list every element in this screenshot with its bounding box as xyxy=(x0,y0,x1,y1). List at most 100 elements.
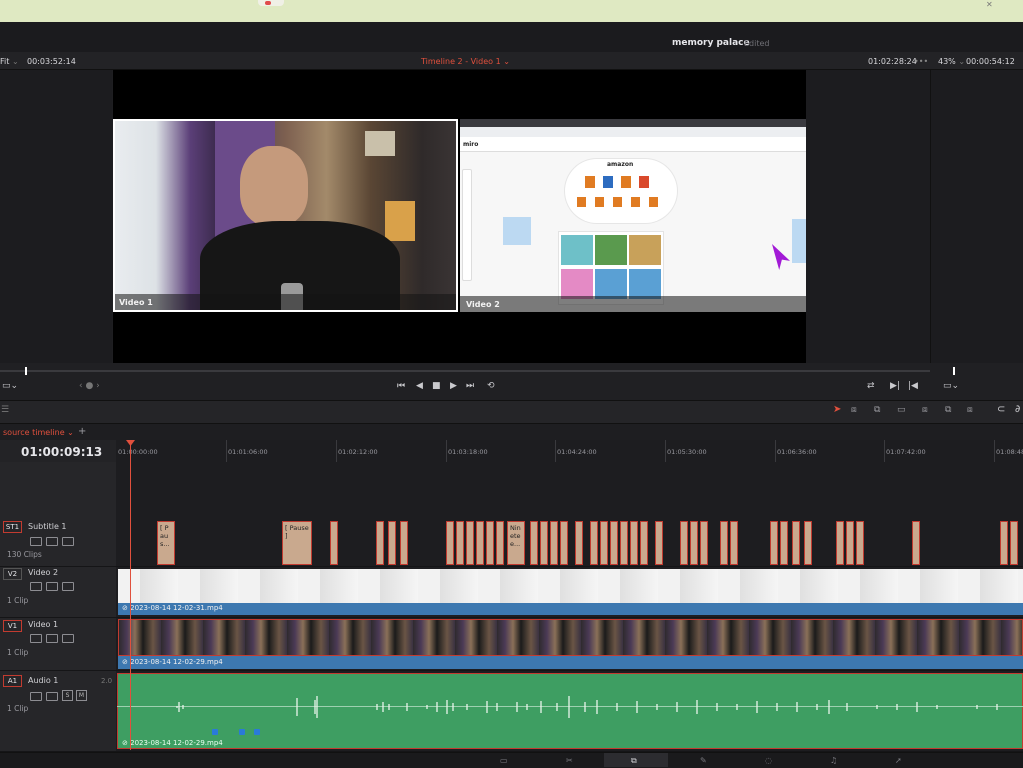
subtitle-clip[interactable]: [ P au s... xyxy=(157,521,175,565)
subtitle-clip[interactable] xyxy=(640,521,648,565)
subtitle-clip[interactable] xyxy=(836,521,844,565)
subtitle-clip[interactable] xyxy=(456,521,464,565)
subtitle-clip[interactable] xyxy=(610,521,618,565)
subtitle-clip[interactable] xyxy=(846,521,854,565)
track-name-v2[interactable]: Video 2 xyxy=(28,568,58,577)
subtitle-clip[interactable] xyxy=(388,521,396,565)
subtitle-clip[interactable] xyxy=(856,521,864,565)
fit-dropdown[interactable]: Fit ⌄ xyxy=(0,57,19,66)
stop-icon[interactable]: ■ xyxy=(432,381,441,391)
play-reverse-icon[interactable]: ◀ xyxy=(416,381,423,391)
snapping-icon[interactable]: ⊂ xyxy=(997,404,1005,415)
close-icon[interactable]: ✕ xyxy=(986,0,993,9)
track-name-v1[interactable]: Video 1 xyxy=(28,620,58,629)
subtitle-clip[interactable] xyxy=(804,521,812,565)
jump-start-icon[interactable]: ⏮ xyxy=(397,381,405,391)
solo-button[interactable]: S xyxy=(62,690,73,701)
tab-pill[interactable] xyxy=(258,0,284,6)
replace-clip-icon[interactable]: ⧈ xyxy=(967,405,973,415)
subtitle-clip[interactable] xyxy=(792,521,800,565)
insert-clip-icon[interactable]: ⧈ xyxy=(922,405,928,415)
lock-icon[interactable] xyxy=(30,582,42,591)
subtitle-clip[interactable]: Nin ete e... xyxy=(507,521,525,565)
track-area-st1[interactable] xyxy=(116,517,1023,567)
marker-icon[interactable] xyxy=(254,729,260,735)
track-badge-v2[interactable]: V2 xyxy=(3,568,22,580)
subtitle-clip[interactable] xyxy=(730,521,738,565)
video1-panel[interactable]: Video 1 xyxy=(113,119,458,312)
marker-icon[interactable] xyxy=(212,729,218,735)
subtitle-clip[interactable] xyxy=(575,521,583,565)
subtitle-clip[interactable] xyxy=(770,521,778,565)
zoom-dropdown[interactable]: 43% ⌄ xyxy=(938,57,965,66)
selection-tool-icon[interactable]: ➤ xyxy=(833,404,841,415)
scrub-handle[interactable] xyxy=(25,367,27,375)
trim-tool-icon[interactable]: ⧈ xyxy=(851,405,857,415)
subtitle-clip[interactable] xyxy=(600,521,608,565)
link-icon[interactable]: ∂ xyxy=(1015,404,1020,415)
source-viewer[interactable] xyxy=(0,70,112,363)
viewer-mode-icon[interactable]: ▭⌄ xyxy=(2,381,18,391)
next-frame-icon[interactable]: ▶| xyxy=(890,381,900,391)
subtitle-clip[interactable] xyxy=(400,521,408,565)
scrubber[interactable] xyxy=(0,370,930,372)
viewer-title[interactable]: Timeline 2 - Video 1 ⌄ xyxy=(421,57,510,66)
subtitle-clip[interactable] xyxy=(780,521,788,565)
video2-panel[interactable]: miro amazon Video 2 xyxy=(460,119,806,312)
subtitle-clip[interactable] xyxy=(680,521,688,565)
subtitle-clip[interactable]: [ Pause ] xyxy=(282,521,312,565)
subtitle-clip[interactable] xyxy=(550,521,558,565)
more-options-icon[interactable]: ••• xyxy=(914,57,928,66)
subtitle-clip[interactable] xyxy=(1000,521,1008,565)
loop-icon[interactable]: ⟲ xyxy=(487,381,495,391)
subtitle-clip[interactable] xyxy=(496,521,504,565)
v2-clip-bar[interactable] xyxy=(118,603,1023,615)
lock-icon[interactable] xyxy=(30,692,42,701)
blade-tool-icon[interactable]: ▭ xyxy=(897,405,906,415)
color-page-icon[interactable]: ◌ xyxy=(765,756,772,765)
subtitle-clip[interactable] xyxy=(540,521,548,565)
play-icon[interactable]: ▶ xyxy=(450,381,457,391)
timeline-timecode[interactable]: 01:00:09:13 xyxy=(21,445,102,459)
match-frame-icon[interactable]: ⇄ xyxy=(867,381,875,391)
prev-frame-icon[interactable]: |◀ xyxy=(908,381,918,391)
aux-viewer[interactable] xyxy=(806,70,931,363)
caption-icon[interactable] xyxy=(46,537,58,546)
jump-end-icon[interactable]: ⏭ xyxy=(466,381,474,391)
dynamic-trim-icon[interactable]: ⧉ xyxy=(874,405,880,415)
fusion-page-icon[interactable]: ✎ xyxy=(700,756,707,765)
subtitle-clip[interactable] xyxy=(466,521,474,565)
auto-select-icon[interactable] xyxy=(46,634,58,643)
deliver-page-icon[interactable]: ➚ xyxy=(895,756,902,765)
subtitle-clip[interactable] xyxy=(376,521,384,565)
subtitle-clip[interactable] xyxy=(700,521,708,565)
edit-page-icon[interactable]: ⧉ xyxy=(631,756,637,766)
track-visibility-icon[interactable] xyxy=(62,634,74,643)
subtitle-clip[interactable] xyxy=(912,521,920,565)
mute-button[interactable]: M xyxy=(76,690,87,701)
track-badge-a1[interactable]: A1 xyxy=(3,675,22,687)
track-visibility-icon[interactable] xyxy=(62,582,74,591)
media-page-icon[interactable]: ▭ xyxy=(500,756,508,765)
overwrite-clip-icon[interactable]: ⧉ xyxy=(945,405,951,415)
track-badge-v1[interactable]: V1 xyxy=(3,620,22,632)
track-name-a1[interactable]: Audio 1 xyxy=(28,676,58,685)
subtitle-clip[interactable] xyxy=(476,521,484,565)
v1-clip-bar[interactable] xyxy=(118,656,1023,669)
subtitle-clip[interactable] xyxy=(530,521,538,565)
auto-select-icon[interactable] xyxy=(46,582,58,591)
right-viewer-mode-icon[interactable]: ▭⌄ xyxy=(943,381,959,391)
marker-icon[interactable] xyxy=(239,729,245,735)
lock-icon[interactable] xyxy=(30,634,42,643)
tab-source-timeline[interactable]: source timeline ⌄ xyxy=(3,428,74,437)
cut-page-icon[interactable]: ✂ xyxy=(566,756,573,765)
track-name-st1[interactable]: Subtitle 1 xyxy=(28,522,67,531)
subtitle-clip[interactable] xyxy=(1010,521,1018,565)
lock-icon[interactable] xyxy=(30,537,42,546)
timeline-options-icon[interactable]: ☰ xyxy=(1,405,9,415)
subtitle-clip[interactable] xyxy=(655,521,663,565)
subtitle-clip[interactable] xyxy=(720,521,728,565)
subtitle-clip[interactable] xyxy=(486,521,494,565)
subtitle-clip[interactable] xyxy=(330,521,338,565)
auto-select-icon[interactable] xyxy=(46,692,58,701)
